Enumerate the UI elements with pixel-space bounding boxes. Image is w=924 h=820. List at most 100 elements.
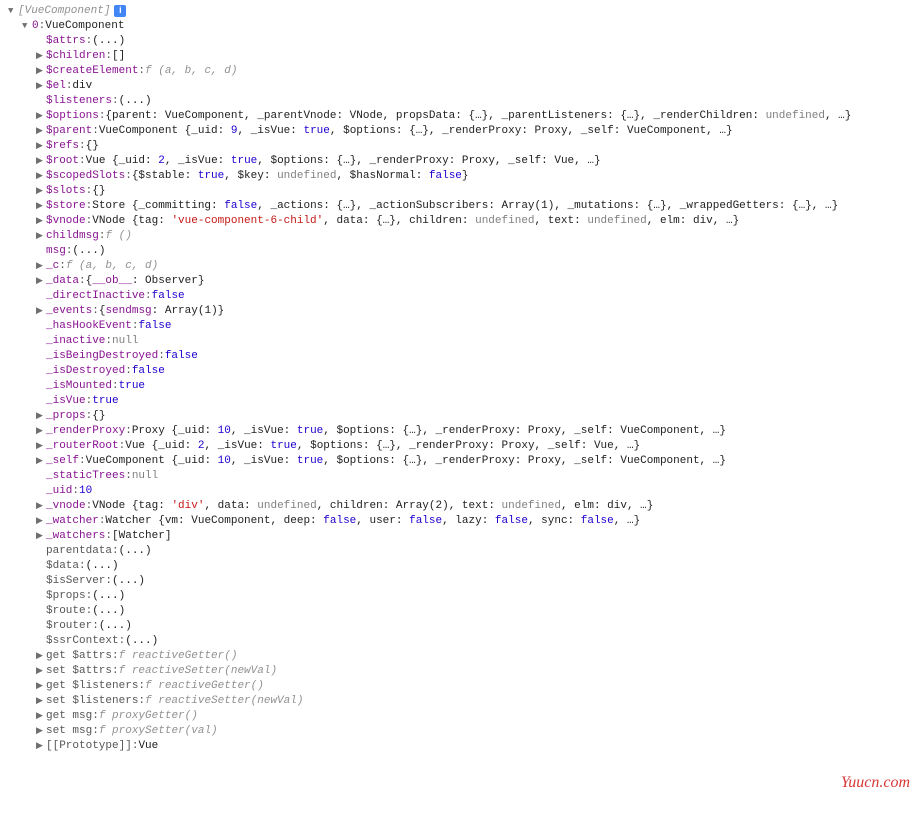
expand-arrow-icon[interactable]: ▶: [36, 199, 46, 214]
expand-arrow-icon[interactable]: ▶: [36, 694, 46, 709]
expand-arrow-icon[interactable]: ▶: [36, 304, 46, 319]
expand-arrow-icon[interactable]: ▶: [36, 724, 46, 739]
expand-arrow-icon[interactable]: ▶: [36, 79, 46, 94]
object-property-row[interactable]: ▶$parent: VueComponent {_uid: 9, _isVue:…: [8, 124, 916, 139]
object-property-row[interactable]: _uid: 10: [8, 484, 916, 499]
object-property-row[interactable]: ▶_renderProxy: Proxy {_uid: 10, _isVue: …: [8, 424, 916, 439]
expand-arrow-icon[interactable]: ▶: [36, 424, 46, 439]
object-property-row[interactable]: ▶set $attrs: f reactiveSetter(newVal): [8, 664, 916, 679]
object-property-row[interactable]: _inactive: null: [8, 334, 916, 349]
root-row[interactable]: ▼[VueComponent]i: [8, 4, 916, 19]
object-property-row[interactable]: ▶$createElement: f (a, b, c, d): [8, 64, 916, 79]
expand-arrow-icon[interactable]: ▶: [36, 154, 46, 169]
object-property-row[interactable]: ▶$refs: {}: [8, 139, 916, 154]
object-property-row[interactable]: ▶_vnode: VNode {tag: 'div', data: undefi…: [8, 499, 916, 514]
object-property-row[interactable]: _isVue: true: [8, 394, 916, 409]
object-property-row[interactable]: ▶_events: {sendmsg: Array(1)}: [8, 304, 916, 319]
property-value: VueComponent {_uid: 9, _isVue: true, $op…: [99, 124, 733, 139]
property-value: (...): [92, 34, 125, 49]
object-property-row[interactable]: _isDestroyed: false: [8, 364, 916, 379]
object-property-row[interactable]: ▶$children: []: [8, 49, 916, 64]
property-key: _props: [46, 409, 86, 424]
collapse-arrow-icon[interactable]: ▼: [8, 4, 18, 19]
property-key: _isVue: [46, 394, 86, 409]
object-property-row[interactable]: ▶childmsg: f (): [8, 229, 916, 244]
collapse-arrow-icon[interactable]: ▼: [22, 19, 32, 34]
object-property-row[interactable]: ▶_data: {__ob__: Observer}: [8, 274, 916, 289]
object-property-row[interactable]: msg: (...): [8, 244, 916, 259]
property-value: f reactiveSetter(newVal): [145, 694, 303, 709]
expand-arrow-icon[interactable]: ▶: [36, 679, 46, 694]
property-key: _self: [46, 454, 79, 469]
property-value: true: [119, 379, 145, 394]
property-value: (...): [92, 589, 125, 604]
object-property-row[interactable]: $data: (...): [8, 559, 916, 574]
expand-arrow-icon[interactable]: ▶: [36, 184, 46, 199]
object-property-row[interactable]: ▶$store: Store {_committing: false, _act…: [8, 199, 916, 214]
object-property-row[interactable]: parentdata: (...): [8, 544, 916, 559]
object-property-row[interactable]: _isBeingDestroyed: false: [8, 349, 916, 364]
object-property-row[interactable]: ▶_watchers: [Watcher]: [8, 529, 916, 544]
property-key: $isServer: [46, 574, 105, 589]
expand-arrow-icon[interactable]: ▶: [36, 229, 46, 244]
expand-arrow-icon[interactable]: ▶: [36, 274, 46, 289]
array-index-row[interactable]: ▼0: VueComponent: [8, 19, 916, 34]
object-property-row[interactable]: _staticTrees: null: [8, 469, 916, 484]
object-property-row[interactable]: _isMounted: true: [8, 379, 916, 394]
object-property-row[interactable]: ▶$slots: {}: [8, 184, 916, 199]
property-key: $parent: [46, 124, 92, 139]
expand-arrow-icon[interactable]: ▶: [36, 709, 46, 724]
property-key: _routerRoot: [46, 439, 119, 454]
object-property-row[interactable]: $isServer: (...): [8, 574, 916, 589]
object-property-row[interactable]: ▶_self: VueComponent {_uid: 10, _isVue: …: [8, 454, 916, 469]
object-property-row[interactable]: $listeners: (...): [8, 94, 916, 109]
object-property-row[interactable]: ▶$scopedSlots: {$stable: true, $key: und…: [8, 169, 916, 184]
expand-arrow-icon[interactable]: ▶: [36, 529, 46, 544]
object-property-row[interactable]: $attrs: (...): [8, 34, 916, 49]
object-property-row[interactable]: $ssrContext: (...): [8, 634, 916, 649]
property-key: $router: [46, 619, 92, 634]
object-property-row[interactable]: $route: (...): [8, 604, 916, 619]
object-property-row[interactable]: _hasHookEvent: false: [8, 319, 916, 334]
property-key: _watcher: [46, 514, 99, 529]
object-property-row[interactable]: ▶set msg: f proxySetter(val): [8, 724, 916, 739]
object-property-row[interactable]: ▶_watcher: Watcher {vm: VueComponent, de…: [8, 514, 916, 529]
expand-arrow-icon[interactable]: ▶: [36, 49, 46, 64]
object-property-row[interactable]: ▶_routerRoot: Vue {_uid: 2, _isVue: true…: [8, 439, 916, 454]
object-property-row[interactable]: ▶get $listeners: f reactiveGetter(): [8, 679, 916, 694]
object-property-row[interactable]: ▶get $attrs: f reactiveGetter(): [8, 649, 916, 664]
expand-arrow-icon[interactable]: ▶: [36, 499, 46, 514]
expand-arrow-icon[interactable]: ▶: [36, 649, 46, 664]
property-value: true: [92, 394, 118, 409]
property-key: _events: [46, 304, 92, 319]
expand-arrow-icon[interactable]: ▶: [36, 439, 46, 454]
object-property-row[interactable]: ▶[[Prototype]]: Vue: [8, 739, 916, 754]
expand-arrow-icon[interactable]: ▶: [36, 409, 46, 424]
object-property-row[interactable]: ▶$vnode: VNode {tag: 'vue-component-6-ch…: [8, 214, 916, 229]
object-property-row[interactable]: ▶get msg: f proxyGetter(): [8, 709, 916, 724]
expand-arrow-icon[interactable]: ▶: [36, 739, 46, 754]
object-property-row[interactable]: $router: (...): [8, 619, 916, 634]
expand-arrow-icon[interactable]: ▶: [36, 124, 46, 139]
expand-arrow-icon[interactable]: ▶: [36, 169, 46, 184]
object-property-row[interactable]: ▶$options: {parent: VueComponent, _paren…: [8, 109, 916, 124]
expand-arrow-icon[interactable]: ▶: [36, 214, 46, 229]
expand-arrow-icon[interactable]: ▶: [36, 64, 46, 79]
object-property-row[interactable]: ▶$el: div: [8, 79, 916, 94]
info-icon[interactable]: i: [114, 5, 126, 17]
object-property-row[interactable]: _directInactive: false: [8, 289, 916, 304]
object-property-row[interactable]: ▶_props: {}: [8, 409, 916, 424]
object-property-row[interactable]: $props: (...): [8, 589, 916, 604]
property-key: _isDestroyed: [46, 364, 125, 379]
object-property-row[interactable]: ▶set $listeners: f reactiveSetter(newVal…: [8, 694, 916, 709]
expand-arrow-icon[interactable]: ▶: [36, 259, 46, 274]
expand-arrow-icon[interactable]: ▶: [36, 514, 46, 529]
property-value: f (a, b, c, d): [145, 64, 237, 79]
object-property-row[interactable]: ▶$root: Vue {_uid: 2, _isVue: true, $opt…: [8, 154, 916, 169]
expand-arrow-icon[interactable]: ▶: [36, 454, 46, 469]
property-key: $scopedSlots: [46, 169, 125, 184]
expand-arrow-icon[interactable]: ▶: [36, 664, 46, 679]
object-property-row[interactable]: ▶_c: f (a, b, c, d): [8, 259, 916, 274]
expand-arrow-icon[interactable]: ▶: [36, 109, 46, 124]
expand-arrow-icon[interactable]: ▶: [36, 139, 46, 154]
